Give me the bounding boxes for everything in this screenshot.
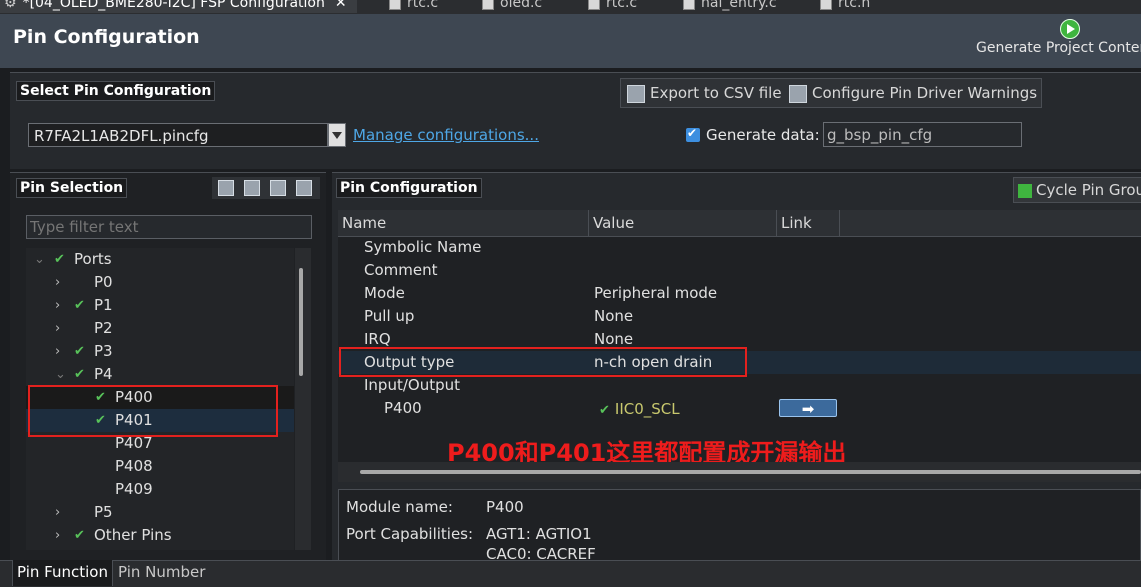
check-icon: ✔ — [74, 367, 85, 382]
tab-pin-function[interactable]: Pin Function — [12, 560, 113, 586]
table-row[interactable]: Input/Output — [338, 374, 1141, 397]
chevron-right-icon[interactable]: › — [55, 294, 60, 317]
chevron-right-icon[interactable]: › — [55, 271, 60, 294]
chevron-down-icon[interactable]: ⌄ — [55, 363, 66, 386]
editor-tab-oled-c[interactable]: oled.c — [482, 0, 542, 13]
column-header-value[interactable]: Value — [589, 210, 777, 236]
column-header-name[interactable]: Name — [338, 210, 589, 236]
table-row[interactable]: P400 ✔ IIC0_SCL — [338, 397, 1141, 420]
table-row[interactable]: Comment — [338, 259, 1141, 282]
tab-pin-number[interactable]: Pin Number — [114, 560, 209, 586]
generate-data-checkbox[interactable] — [686, 126, 700, 142]
tree-scrollbar-thumb[interactable] — [299, 268, 303, 376]
tree-item-p408[interactable]: P408 — [26, 455, 294, 478]
select-config-toolbar: Export to CSV file Configure Pin Driver … — [620, 78, 1042, 108]
chevron-right-icon[interactable]: › — [55, 501, 60, 524]
tree-item-p5[interactable]: › P5 — [26, 501, 294, 524]
editor-tab-bar: ⚙ *[04_OLED_BME280-I2C] FSP Configuration… — [0, 0, 1141, 14]
page-title: Pin Configuration — [13, 26, 200, 48]
check-icon: ✔ — [74, 344, 85, 359]
manage-configurations-link[interactable]: Manage configurations... — [353, 126, 539, 144]
list-icon[interactable] — [218, 180, 234, 196]
module-name-value: P400 — [486, 498, 524, 516]
table-header: Name Value Link — [338, 210, 1141, 237]
pin-link-value: ✔ IIC0_SCL — [599, 400, 680, 418]
tree-item-p409[interactable]: P409 — [26, 478, 294, 501]
config-file-select[interactable]: R7FA2L1AB2DFL.pincfg — [28, 123, 328, 147]
port-capabilities-label: Port Capabilities: — [346, 525, 474, 543]
editor-tab-fsp-config[interactable]: ⚙ *[04_OLED_BME280-I2C] FSP Configuration… — [0, 0, 357, 13]
tree-item-p1[interactable]: › ✔ P1 — [26, 294, 294, 317]
chevron-down-icon[interactable]: ⌄ — [34, 248, 45, 271]
check-icon: ✔ — [74, 298, 85, 313]
cycle-icon — [1018, 183, 1032, 198]
annotation-box-output-type — [339, 347, 747, 377]
table-row[interactable]: Pull up None — [338, 305, 1141, 328]
generate-data-input[interactable] — [823, 122, 1022, 147]
pin-details-panel: Module name: P400 Port Capabilities: AGT… — [338, 489, 1141, 564]
table-scrollbar-thumb[interactable] — [360, 470, 1141, 474]
filter-input[interactable] — [26, 215, 312, 239]
export-csv-button[interactable]: Export to CSV file — [627, 79, 782, 107]
check-icon: ✔ — [599, 403, 610, 418]
gear-icon: ⚙ — [4, 0, 17, 11]
export-icon — [627, 84, 645, 103]
chevron-down-icon[interactable] — [328, 123, 346, 147]
check-icon: ✔ — [54, 252, 65, 267]
editor-tab-rtc-c[interactable]: rtc.c — [389, 0, 438, 13]
editor-tab-hal-entry[interactable]: hal_entry.c — [683, 0, 777, 13]
tree-item-p0[interactable]: › P0 — [26, 271, 294, 294]
warnings-grid-icon — [789, 84, 807, 103]
module-name-label: Module name: — [346, 498, 453, 516]
check-icon: ✔ — [74, 528, 85, 543]
pin-selection-toolbar — [212, 177, 320, 199]
pin-selection-title: Pin Selection — [16, 178, 128, 198]
file-icon — [683, 0, 695, 10]
sort-icon[interactable] — [296, 180, 312, 196]
tree-item-p3[interactable]: › ✔ P3 — [26, 340, 294, 363]
tree-item-other-pins[interactable]: › ✔ Other Pins — [26, 524, 294, 547]
chevron-right-icon[interactable]: › — [55, 340, 60, 363]
tree-item-p2[interactable]: › P2 — [26, 317, 294, 340]
expand-all-icon[interactable] — [244, 180, 260, 196]
editor-tab-rtc-h[interactable]: rtc.h — [820, 0, 870, 13]
tree-item-ports[interactable]: ⌄ ✔ Ports — [26, 248, 294, 271]
generate-project-button[interactable]: Generate Project Content — [976, 40, 1141, 56]
chevron-right-icon[interactable]: › — [55, 524, 60, 547]
pin-driver-warnings-button[interactable]: Configure Pin Driver Warnings — [789, 79, 1037, 107]
column-header-link[interactable]: Link — [777, 210, 840, 236]
pin-config-title: Pin Configuration — [336, 178, 482, 198]
annotation-box-pins — [28, 385, 278, 437]
tree-scrollbar[interactable] — [295, 248, 311, 550]
file-icon — [820, 0, 832, 10]
table-row[interactable]: Mode Peripheral mode — [338, 282, 1141, 305]
file-icon — [588, 0, 600, 10]
generate-data-label: Generate data: — [706, 126, 820, 144]
collapse-all-icon[interactable] — [270, 180, 286, 196]
select-config-title: Select Pin Configuration — [16, 81, 216, 101]
port-capability: AGT1: AGTIO1 — [486, 525, 592, 543]
file-icon — [389, 0, 401, 10]
play-icon[interactable] — [1060, 19, 1080, 39]
table-row[interactable]: Symbolic Name — [338, 236, 1141, 259]
tree-item-p4[interactable]: ⌄ ✔ P4 — [26, 363, 294, 386]
chevron-right-icon[interactable]: › — [55, 317, 60, 340]
close-icon[interactable]: ✕ — [335, 0, 347, 11]
cycle-pin-group-button[interactable]: Cycle Pin Group — [1013, 177, 1141, 203]
editor-tab-rtc-c-2[interactable]: rtc.c — [588, 0, 637, 13]
arrow-right-icon[interactable]: ➡ — [779, 399, 837, 418]
file-icon — [482, 0, 494, 10]
